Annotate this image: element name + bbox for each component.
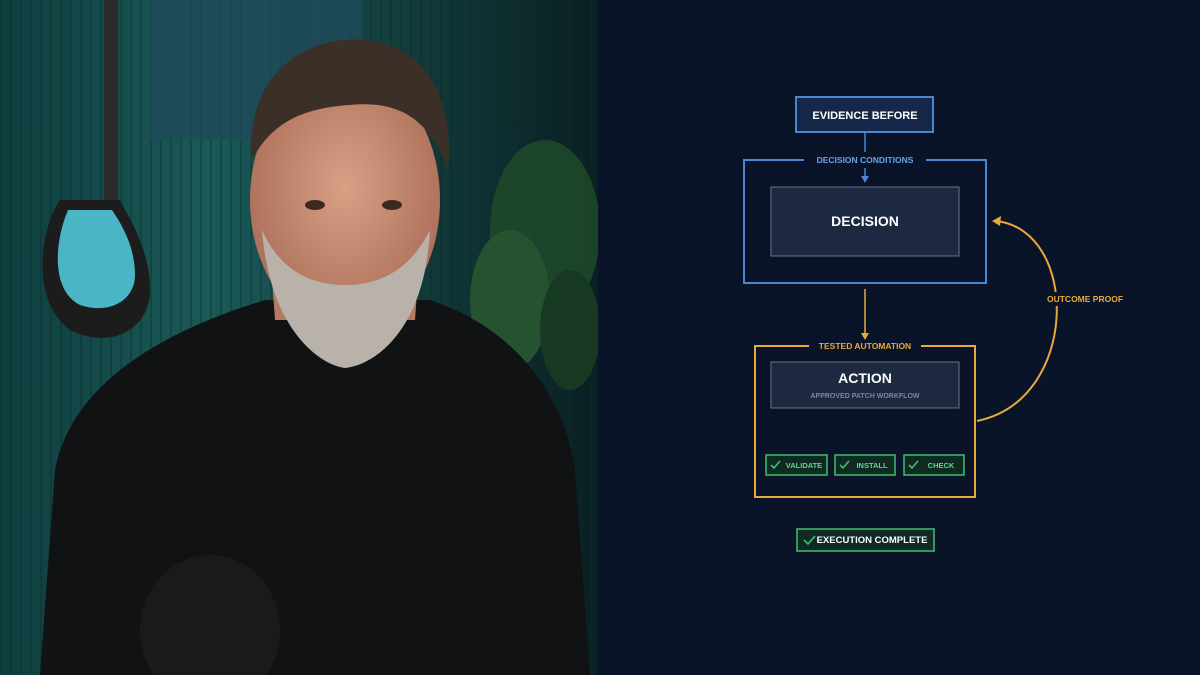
automation-label: TESTED AUTOMATION [819,341,911,351]
stage: EVIDENCE BEFORE DECISION CONDITIONS DECI… [0,0,1200,675]
outcome-label: OUTCOME PROOF [1047,294,1123,304]
presenter-video [0,0,598,675]
step-label: VALIDATE [786,461,822,470]
decision-label: DECISION [831,213,899,229]
arrow-into-decision [861,176,869,183]
step-install: INSTALL [834,454,896,476]
complete-label: EXECUTION COMPLETE [817,535,928,546]
workflow-diagram: EVIDENCE BEFORE DECISION CONDITIONS DECI… [743,96,1126,552]
evidence-label: EVIDENCE BEFORE [812,110,917,122]
presenter-illustration [0,0,598,675]
step-check: CHECK [903,454,965,476]
step-validate: VALIDATE [765,454,828,476]
conditions-label: DECISION CONDITIONS [817,155,914,165]
step-label: INSTALL [856,461,888,470]
outcome-loop-arrow [976,220,1058,422]
diagram-panel: EVIDENCE BEFORE DECISION CONDITIONS DECI… [598,0,1200,675]
action-sublabel: APPROVED PATCH WORKFLOW [810,393,919,400]
action-label: ACTION [838,370,892,386]
step-label: CHECK [928,461,955,470]
execution-complete-badge: EXECUTION COMPLETE [796,528,935,552]
